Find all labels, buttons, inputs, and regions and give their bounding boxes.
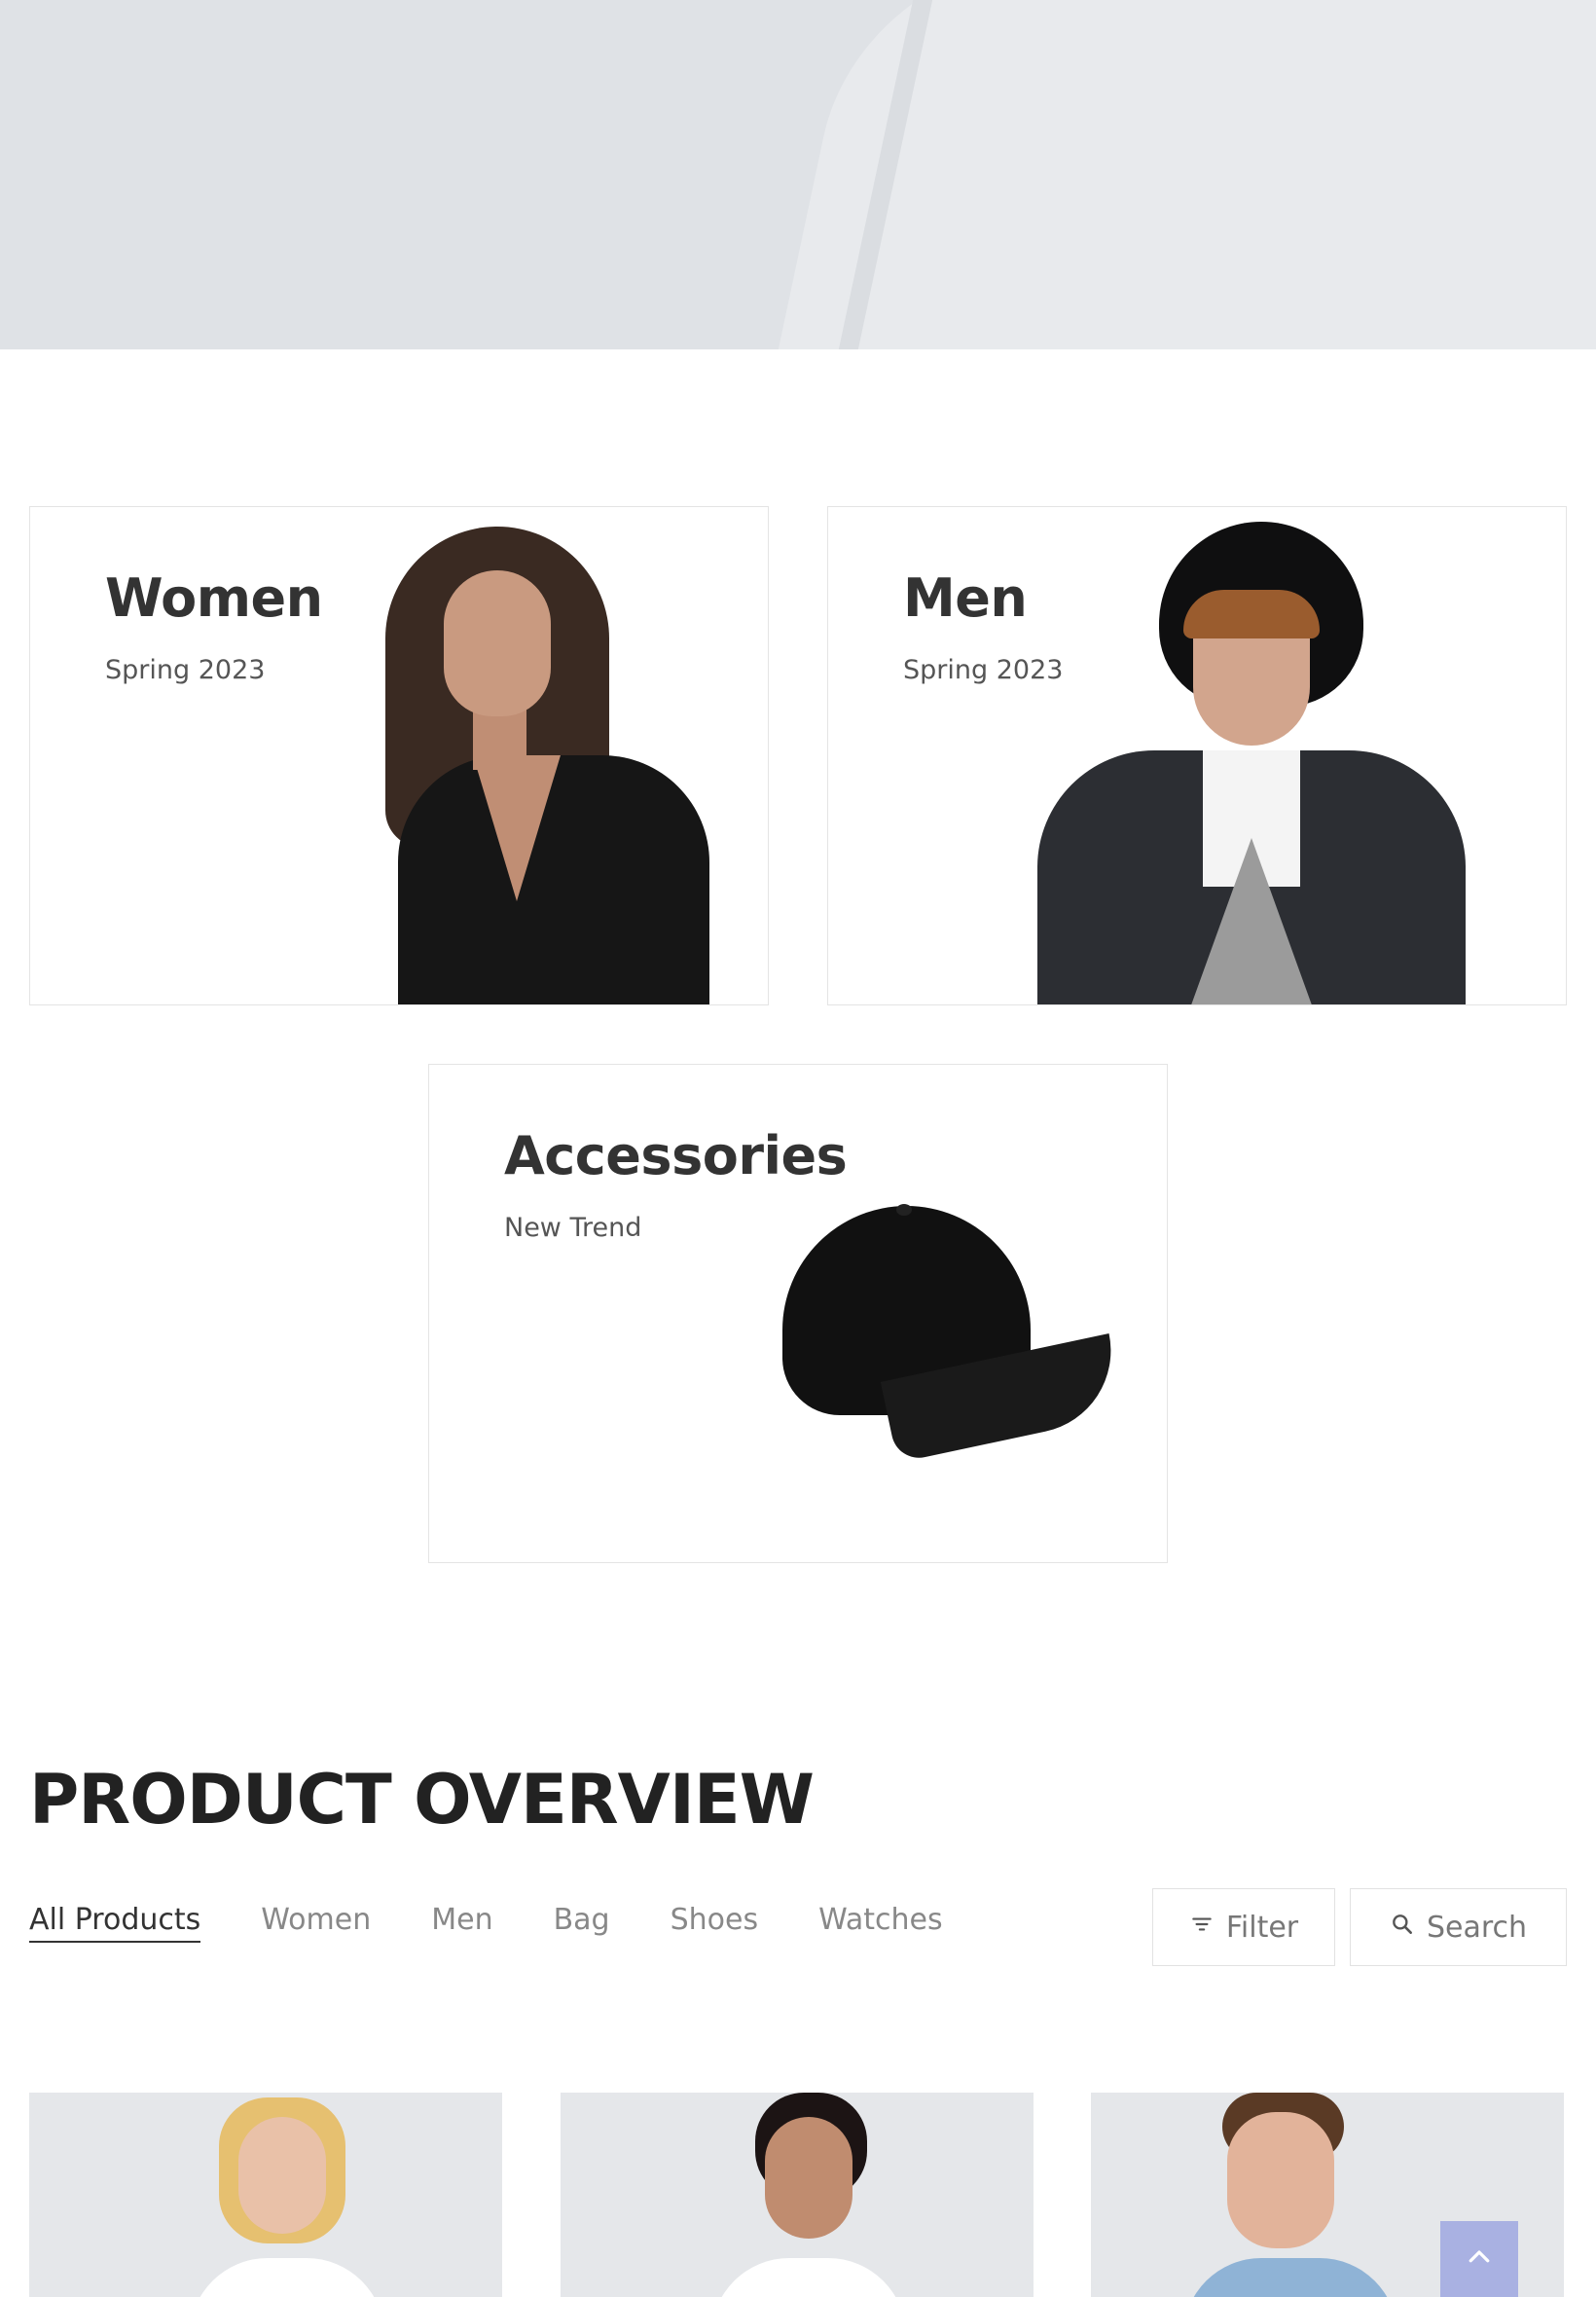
filter-button[interactable]: Filter <box>1152 1888 1335 1966</box>
chevron-up-icon <box>1465 2242 1494 2276</box>
banner-title: Men <box>903 567 1028 629</box>
banner-accessories[interactable]: Accessories New Trend <box>428 1064 1168 1563</box>
banner-title: Women <box>105 567 323 629</box>
search-label: Search <box>1426 1910 1528 1945</box>
banner-women[interactable]: Women Spring 2023 <box>29 506 769 1005</box>
hero-sweater-sleeve <box>774 0 1596 349</box>
product-card[interactable] <box>29 2093 502 2297</box>
tab-bag[interactable]: Bag <box>554 1903 610 1943</box>
hero-image <box>0 0 1596 349</box>
filter-label: Filter <box>1225 1910 1299 1945</box>
tab-men[interactable]: Men <box>431 1903 492 1943</box>
tab-shoes[interactable]: Shoes <box>671 1903 759 1943</box>
search-icon <box>1390 1911 1415 1945</box>
tab-women[interactable]: Women <box>261 1903 371 1943</box>
search-button[interactable]: Search <box>1350 1888 1567 1966</box>
scroll-to-top-button[interactable] <box>1440 2221 1518 2297</box>
product-card[interactable] <box>561 2093 1034 2297</box>
section-title: PRODUCT OVERVIEW <box>29 1760 815 1840</box>
tab-watches[interactable]: Watches <box>818 1903 943 1943</box>
filter-icon <box>1189 1911 1215 1945</box>
banner-title: Accessories <box>504 1125 848 1186</box>
category-tabs: All Products Women Men Bag Shoes Watches <box>29 1903 1003 1943</box>
banner-subtitle: New Trend <box>504 1213 642 1243</box>
tab-all-products[interactable]: All Products <box>29 1903 201 1943</box>
banner-subtitle: Spring 2023 <box>903 655 1064 685</box>
banner-men[interactable]: Men Spring 2023 <box>827 506 1567 1005</box>
banner-subtitle: Spring 2023 <box>105 655 266 685</box>
